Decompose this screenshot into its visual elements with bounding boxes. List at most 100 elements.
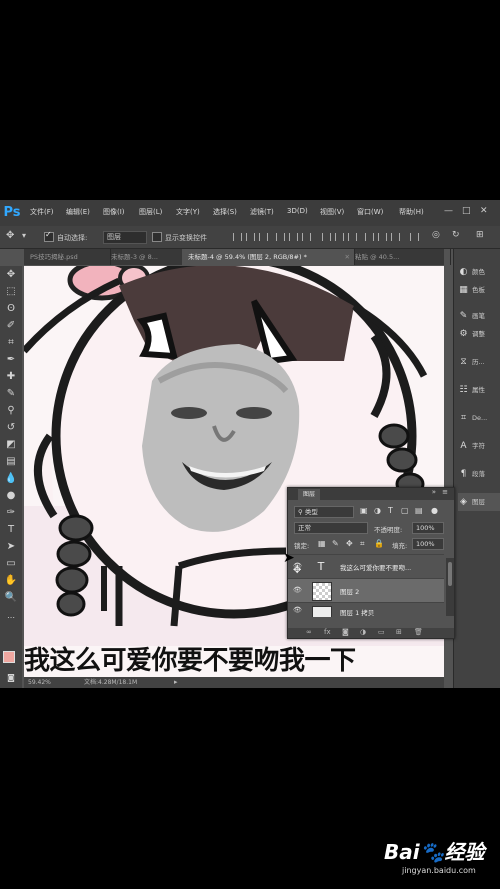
- dodge-tool-icon[interactable]: ●: [3, 489, 19, 503]
- layer-row-text[interactable]: 👁 T 我这么可爱你要不要吻...: [288, 554, 444, 578]
- type-tool-icon[interactable]: T: [3, 523, 19, 537]
- tab-untitled-3[interactable]: 未标题-3 @ 8...: [105, 249, 188, 265]
- dock-character[interactable]: A 字符: [458, 437, 500, 455]
- collapse-icon[interactable]: »: [432, 488, 436, 496]
- filter-smart-icon[interactable]: ▤: [415, 506, 423, 515]
- layer-name[interactable]: 图层 2: [340, 586, 359, 596]
- crop-tool-icon[interactable]: ⌗: [3, 336, 19, 350]
- auto-align-icon[interactable]: [410, 233, 419, 241]
- align-top-icon[interactable]: [233, 233, 242, 241]
- align-hcenter-icon[interactable]: [289, 233, 298, 241]
- layer-filter-dropdown[interactable]: ⚲ 类型: [294, 506, 354, 518]
- delete-layer-icon[interactable]: 🗑: [414, 628, 423, 636]
- blend-mode-dropdown[interactable]: 正常: [294, 522, 368, 534]
- menu-window[interactable]: 窗口(W): [357, 207, 383, 217]
- dock-color[interactable]: ◐ 颜色: [458, 263, 500, 281]
- menu-select[interactable]: 选择(S): [213, 207, 237, 217]
- move-tool-icon[interactable]: ✥: [6, 230, 14, 241]
- dock-adjust[interactable]: ⚙ 调整: [458, 325, 500, 343]
- opacity-input[interactable]: 100%: [412, 522, 444, 534]
- layer-name[interactable]: 我这么可爱你要不要吻...: [340, 562, 411, 572]
- brush-tool-icon[interactable]: ✎: [3, 387, 19, 401]
- lock-position-icon[interactable]: ✥: [346, 539, 353, 548]
- adjustment-layer-icon[interactable]: ◑: [360, 628, 366, 636]
- tool-preset-chevron-icon[interactable]: ▾: [22, 231, 26, 240]
- align-right-icon[interactable]: [302, 233, 311, 241]
- new-layer-icon[interactable]: ⊞: [396, 628, 402, 636]
- menu-edit[interactable]: 编辑(E): [66, 207, 90, 217]
- layers-panel-header[interactable]: 图层 » ≡: [288, 488, 454, 500]
- more-tools-icon[interactable]: ⋯: [3, 611, 19, 625]
- new-group-icon[interactable]: ▭: [378, 628, 385, 636]
- stamp-tool-icon[interactable]: ⚲: [3, 404, 19, 418]
- foreground-color-swatch[interactable]: [3, 651, 15, 663]
- hand-tool-icon[interactable]: ✋: [3, 574, 19, 588]
- lock-image-icon[interactable]: ✎: [332, 539, 339, 548]
- dock-layers[interactable]: ◈ 图层: [458, 493, 500, 511]
- status-arrow-icon[interactable]: ▸: [174, 677, 178, 688]
- distribute-hcenter-icon[interactable]: [378, 233, 387, 241]
- fx-icon[interactable]: fx: [324, 628, 331, 636]
- lock-all-icon[interactable]: 🔒: [374, 539, 384, 548]
- eraser-tool-icon[interactable]: ◩: [3, 438, 19, 452]
- menu-3d[interactable]: 3D(D): [287, 207, 308, 215]
- canvas-caption-text[interactable]: 我这么可爱你要不要吻我一下: [24, 640, 444, 676]
- panel-menu-icon[interactable]: ≡: [442, 488, 448, 496]
- menu-layer[interactable]: 图层(L): [139, 207, 162, 217]
- fill-input[interactable]: 100%: [412, 538, 444, 550]
- align-vcenter-icon[interactable]: [246, 233, 255, 241]
- healing-tool-icon[interactable]: ✚: [3, 370, 19, 384]
- distribute-left-icon[interactable]: [365, 233, 374, 241]
- distribute-right-icon[interactable]: [391, 233, 400, 241]
- visibility-eye-icon[interactable]: 👁: [293, 586, 302, 594]
- shape-tool-icon[interactable]: ▭: [3, 557, 19, 571]
- dock-properties[interactable]: ☷ 属性: [458, 381, 500, 399]
- menu-view[interactable]: 视图(V): [320, 207, 344, 217]
- align-left-icon[interactable]: [276, 233, 285, 241]
- show-transform-checkbox[interactable]: [152, 232, 162, 242]
- blur-tool-icon[interactable]: 💧: [3, 472, 19, 486]
- distribute-top-icon[interactable]: [322, 233, 331, 241]
- dock-swatches[interactable]: ▦ 色板: [458, 281, 500, 299]
- distribute-bottom-icon[interactable]: [348, 233, 357, 241]
- menu-help[interactable]: 帮助(H): [399, 207, 424, 217]
- layers-panel-title[interactable]: 图层: [298, 489, 321, 500]
- filter-adjust-icon[interactable]: ◑: [374, 506, 381, 515]
- tab-paste[interactable]: 粘贴 @ 40.5...: [349, 249, 451, 265]
- auto-select-checkbox[interactable]: [44, 230, 54, 242]
- history-brush-tool-icon[interactable]: ↺: [3, 421, 19, 435]
- 3d-rotate-icon[interactable]: ↻: [452, 230, 460, 240]
- tab-ps-tips[interactable]: PS技巧揭秘.psd: [24, 249, 111, 265]
- add-mask-icon[interactable]: ◙: [342, 628, 349, 636]
- layer-row-layer-1-copy[interactable]: 👁 图层 1 拷贝: [288, 602, 444, 617]
- link-layers-icon[interactable]: ∞: [306, 628, 312, 636]
- lock-artboard-icon[interactable]: ⌗: [360, 539, 365, 549]
- zoom-tool-icon[interactable]: 🔍: [3, 591, 19, 605]
- filter-shape-icon[interactable]: ▢: [401, 506, 409, 515]
- layer-name[interactable]: 图层 1 拷贝: [340, 607, 374, 617]
- maximize-button[interactable]: □: [462, 206, 471, 216]
- menu-filter[interactable]: 滤镜(T): [250, 207, 274, 217]
- layer-row-layer-2[interactable]: 👁 图层 2: [288, 578, 444, 602]
- 3d-mode-icon[interactable]: ◎: [432, 230, 440, 240]
- align-bottom-icon[interactable]: [259, 233, 268, 241]
- filter-toggle-icon[interactable]: ●: [431, 506, 438, 515]
- menu-image[interactable]: 图像(I): [103, 207, 125, 217]
- close-window-button[interactable]: ✕: [480, 206, 488, 216]
- menu-file[interactable]: 文件(F): [30, 207, 54, 217]
- minimize-button[interactable]: —: [444, 206, 453, 216]
- dock-paragraph[interactable]: ¶ 段落: [458, 465, 500, 483]
- quick-select-tool-icon[interactable]: ✐: [3, 319, 19, 333]
- dock-history[interactable]: ⧖ 历...: [458, 353, 500, 371]
- tab-untitled-4[interactable]: 未标题-4 @ 59.4% (图层 2, RGB/8#) * ✕: [182, 249, 355, 265]
- gradient-tool-icon[interactable]: ▤: [3, 455, 19, 469]
- filter-type-icon[interactable]: T: [388, 506, 393, 515]
- path-select-tool-icon[interactable]: ➤: [3, 540, 19, 554]
- distribute-center-icon[interactable]: [335, 233, 344, 241]
- eyedropper-tool-icon[interactable]: ✒: [3, 353, 19, 367]
- filter-pixel-icon[interactable]: ▣: [360, 506, 368, 515]
- menu-type[interactable]: 文字(Y): [176, 207, 200, 217]
- dock-brush[interactable]: ✎ 画笔: [458, 307, 500, 325]
- move-tool-icon[interactable]: ✥: [3, 268, 19, 282]
- workspace-icon[interactable]: ⊞: [476, 230, 484, 240]
